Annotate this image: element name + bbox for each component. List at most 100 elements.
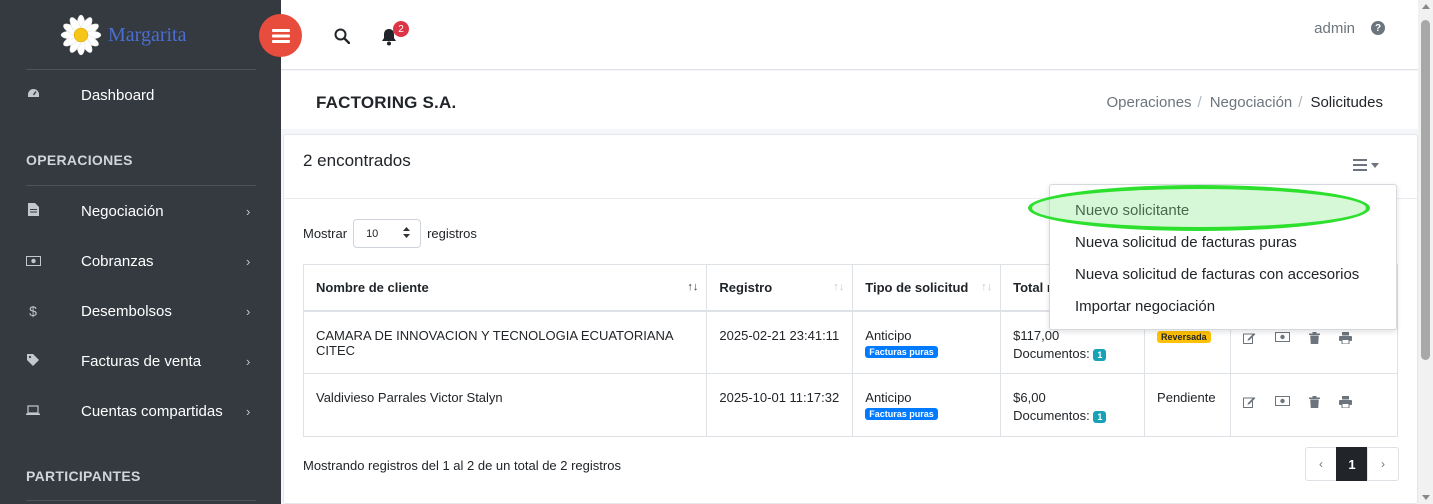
page-title: FACTORING S.A. — [316, 93, 457, 112]
caret-down-icon — [1371, 162, 1379, 168]
actions-dropdown-menu: Nuevo solicitante Nueva solicitud de fac… — [1049, 184, 1397, 330]
scroll-up-arrow-icon[interactable] — [1422, 4, 1430, 9]
tipo-text: Anticipo — [865, 390, 912, 405]
menu-item-nuevo-solicitante[interactable]: Nuevo solicitante — [1075, 202, 1189, 219]
docs-count-badge[interactable]: 1 — [1093, 411, 1107, 423]
column-header-cliente[interactable]: Nombre de cliente ↑↓ — [302, 264, 708, 312]
column-label: Nombre de cliente — [316, 279, 429, 295]
sidebar-item-desembolsos[interactable]: $ Desembolsos › — [0, 291, 281, 331]
column-header-tipo[interactable]: Tipo de solicitud ↑↓ — [852, 264, 1002, 312]
daisy-logo-icon — [60, 14, 102, 56]
search-icon[interactable] — [334, 28, 351, 47]
sidebar-item-negociacion[interactable]: Negociación › — [0, 191, 281, 231]
help-icon[interactable]: ? — [1371, 21, 1385, 35]
edit-icon[interactable] — [1243, 332, 1256, 344]
cell-total: $6,00 Documentos: 1 — [1000, 373, 1146, 437]
sort-icon: ↑↓ — [833, 281, 845, 293]
sort-icon: ↑↓ — [981, 281, 993, 293]
length-prefix: Mostrar — [303, 226, 348, 241]
page-length-select[interactable]: 10 — [353, 219, 422, 248]
sidebar-toggle-button[interactable] — [259, 14, 302, 57]
brand-divider — [26, 69, 256, 70]
scroll-down-arrow-icon[interactable] — [1422, 495, 1430, 500]
content-header: FACTORING S.A. Operaciones / Negociación… — [281, 71, 1418, 129]
column-label: Tipo de solicitud — [865, 279, 969, 295]
results-count: 2 encontrados — [303, 151, 411, 170]
topbar: 2 admin ? — [259, 0, 1418, 70]
sidebar-section-participantes: PARTICIPANTES — [26, 468, 141, 484]
cell-tipo: Anticipo Facturas puras — [852, 373, 1002, 437]
tachometer-icon — [26, 88, 40, 103]
docs-label: Documentos: — [1013, 408, 1090, 423]
print-icon[interactable] — [1339, 331, 1353, 344]
sidebar-item-label: Desembolsos — [81, 302, 172, 320]
cell-registro: 2025-10-01 11:17:32 — [706, 373, 854, 437]
money-bill-icon[interactable] — [1275, 331, 1291, 344]
breadcrumb-operaciones[interactable]: Operaciones — [1106, 94, 1191, 111]
pagination-prev-button[interactable]: ‹ — [1305, 447, 1337, 481]
sidebar-item-facturas-de-venta[interactable]: Facturas de venta › — [0, 341, 281, 381]
breadcrumb-separator: / — [1298, 94, 1303, 111]
pagination-next-button[interactable]: › — [1367, 447, 1399, 481]
scrollbar-thumb[interactable] — [1421, 20, 1430, 360]
breadcrumb-negociacion[interactable]: Negociación — [1210, 94, 1293, 111]
breadcrumb-separator: / — [1197, 94, 1202, 111]
sidebar-divider — [26, 185, 256, 186]
chevron-right-icon: › — [246, 353, 251, 369]
sidebar-item-label: Facturas de venta — [81, 352, 202, 370]
chevron-right-icon: › — [246, 203, 251, 219]
cell-tipo: Anticipo Facturas puras — [852, 310, 1002, 374]
sidebar-item-dashboard[interactable]: Dashboard — [0, 75, 281, 115]
menu-icon — [271, 28, 290, 43]
chevron-right-icon: › — [246, 253, 251, 269]
menu-item-nueva-solicitud-facturas-puras[interactable]: Nueva solicitud de facturas puras — [1075, 234, 1297, 251]
breadcrumb: Operaciones / Negociación / Solicitudes — [1106, 94, 1383, 111]
user-name[interactable]: admin — [1314, 20, 1355, 37]
sidebar-item-label: Cobranzas — [81, 252, 154, 270]
breadcrumb-solicitudes: Solicitudes — [1310, 94, 1383, 111]
sort-icon: ↑↓ — [687, 281, 699, 293]
cell-acciones — [1230, 373, 1398, 437]
tipo-badge: Facturas puras — [865, 345, 938, 358]
cell-estado: Pendiente — [1144, 373, 1232, 437]
laptop-icon — [26, 404, 40, 419]
pagination: ‹ 1 › — [1305, 447, 1399, 481]
sidebar-item-label: Dashboard — [81, 86, 155, 104]
trash-icon[interactable] — [1309, 396, 1321, 408]
edit-icon[interactable] — [1243, 396, 1256, 408]
money-bill-icon[interactable] — [1275, 396, 1291, 408]
sidebar-item-label: Cuentas compartidas — [81, 402, 223, 420]
trash-icon[interactable] — [1309, 331, 1321, 344]
print-icon[interactable] — [1339, 396, 1353, 408]
card-menu-button[interactable] — [1353, 159, 1379, 171]
status-badge: Reversada — [1157, 330, 1211, 343]
chevron-right-icon: › — [246, 403, 251, 419]
page-length-value: 10 — [366, 227, 379, 240]
sidebar-item-cuentas-compartidas[interactable]: Cuentas compartidas › — [0, 391, 281, 431]
dollar-icon: $ — [29, 303, 37, 319]
pagination-page-1[interactable]: 1 — [1336, 447, 1368, 481]
total-value: $6,00 — [1013, 390, 1046, 405]
chevron-right-icon: › — [246, 303, 251, 319]
tag-icon — [26, 353, 40, 369]
table-row: Valdivieso Parrales Victor Stalyn 2025-1… — [302, 373, 1398, 437]
cell-cliente: CAMARA DE INNOVACION Y TECNOLOGIA ECUATO… — [302, 310, 708, 374]
column-header-registro[interactable]: Registro ↑↓ — [706, 264, 854, 312]
page-scrollbar[interactable] — [1418, 0, 1433, 504]
menu-item-importar-negociacion[interactable]: Importar negociación — [1075, 298, 1215, 315]
cell-cliente: Valdivieso Parrales Victor Stalyn — [302, 373, 708, 437]
docs-label: Documentos: — [1013, 345, 1090, 361]
brand-name: Margarita — [108, 23, 187, 46]
brand[interactable]: Margarita — [0, 0, 281, 70]
menu-item-nueva-solicitud-facturas-accesorios[interactable]: Nueva solicitud de facturas con accesori… — [1075, 266, 1359, 283]
sidebar: Margarita Dashboard OPERACIONES Negociac… — [0, 0, 281, 504]
cell-registro: 2025-02-21 23:41:11 — [706, 310, 854, 374]
sidebar-item-cobranzas[interactable]: Cobranzas › — [0, 241, 281, 281]
docs-count-badge[interactable]: 1 — [1093, 348, 1107, 361]
tipo-badge: Facturas puras — [865, 408, 938, 420]
bars-icon — [1353, 159, 1367, 171]
table-info: Mostrando registros del 1 al 2 de un tot… — [303, 458, 621, 473]
notification-badge: 2 — [393, 21, 409, 37]
select-arrows-icon — [403, 227, 411, 240]
sidebar-section-operaciones: OPERACIONES — [26, 152, 133, 168]
